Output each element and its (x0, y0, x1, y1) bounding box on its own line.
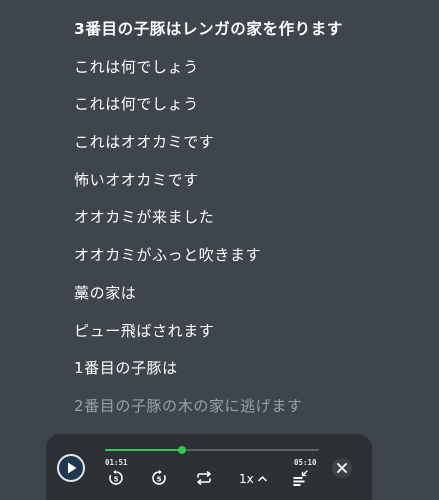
chevron-up-icon (257, 476, 267, 482)
lyrics-panel: 3番目の子豚はレンガの家を作ります これは何でしょう これは何でしょう これはオ… (74, 17, 431, 432)
rewind-5-button[interactable]: 5 (107, 469, 125, 487)
lyric-line[interactable]: これは何でしょう (74, 55, 431, 93)
playback-speed-label: 1x (239, 472, 254, 486)
svg-text:5: 5 (114, 476, 119, 484)
lyric-line[interactable]: ピュー飛ばされます (74, 319, 431, 357)
progress-fill (105, 449, 182, 451)
lyric-line[interactable]: 藁の家は (74, 281, 431, 319)
lyric-line[interactable]: 3番目の子豚はレンガの家を作ります (74, 17, 431, 55)
lyric-line[interactable]: オオカミがふっと吹きます (74, 243, 431, 281)
lyric-line[interactable]: 怖いオオカミです (74, 168, 431, 206)
progress-thumb[interactable] (177, 446, 186, 454)
lyric-line[interactable]: これは何でしょう (74, 92, 431, 130)
audio-player-bar: 01:51 05:10 5 5 1x (46, 434, 372, 500)
total-time: 05:10 (294, 458, 317, 467)
lyric-line[interactable]: 2番目の子豚の木の家に逃げます (74, 394, 431, 432)
lyric-line[interactable]: これはオオカミです (74, 130, 431, 168)
lyric-line[interactable]: 1番目の子豚は (74, 356, 431, 394)
play-button[interactable] (57, 454, 85, 482)
subtitles-collapse-icon (293, 470, 308, 486)
forward-5-icon: 5 (152, 469, 166, 485)
lyric-line[interactable]: オオカミが来ました (74, 205, 431, 243)
repeat-button[interactable] (195, 469, 213, 487)
subtitles-toggle-button[interactable] (291, 469, 309, 487)
play-icon (68, 462, 77, 474)
close-button[interactable] (332, 458, 352, 478)
playback-speed-button[interactable]: 1x (239, 472, 267, 486)
elapsed-time: 01:51 (105, 458, 128, 467)
forward-5-button[interactable]: 5 (150, 469, 168, 487)
rewind-5-icon: 5 (109, 469, 123, 485)
svg-text:5: 5 (157, 476, 162, 484)
progress-track[interactable] (105, 446, 319, 454)
close-icon (337, 463, 347, 473)
repeat-icon (197, 471, 211, 485)
